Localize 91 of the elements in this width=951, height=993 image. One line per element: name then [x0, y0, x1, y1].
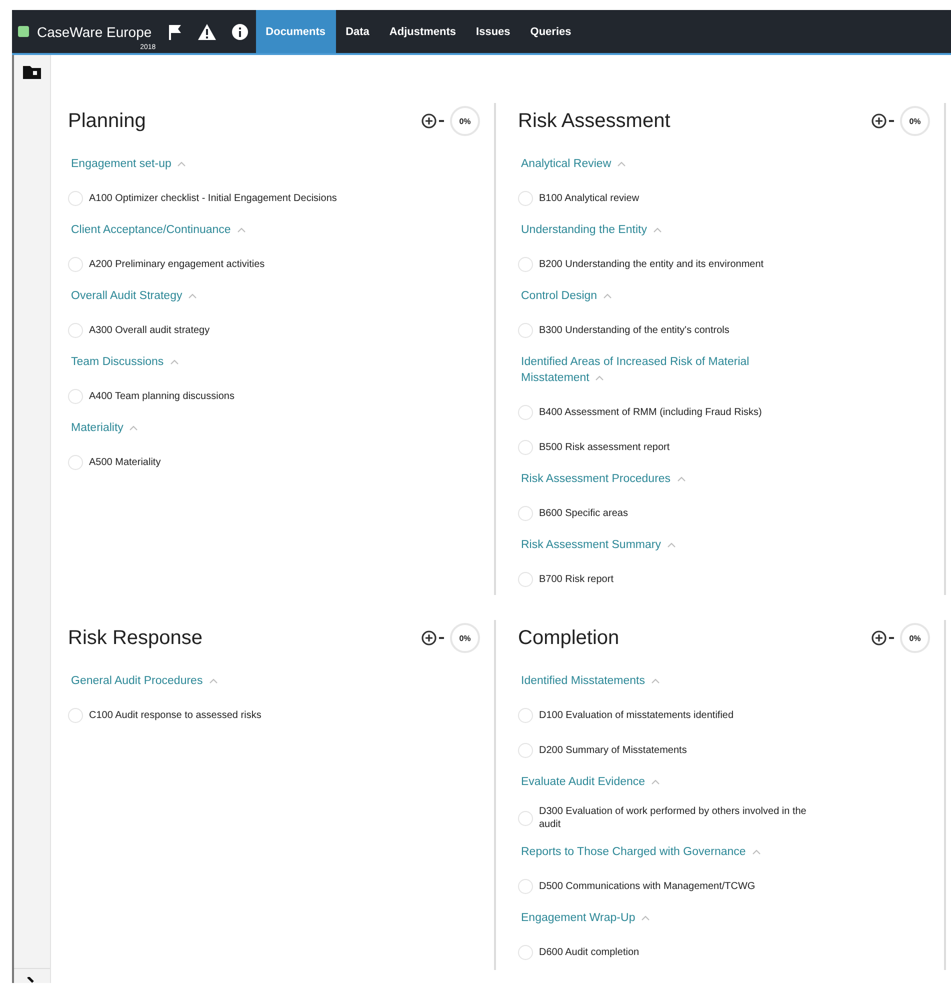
logo-icon: [18, 26, 29, 37]
status-radio[interactable]: [68, 388, 83, 404]
document-link[interactable]: B300 Understanding of the entity's controls: [539, 324, 730, 336]
section-heading[interactable]: Understanding the Entity: [518, 222, 662, 253]
plus-circle-icon: [871, 630, 894, 646]
status-radio[interactable]: [518, 404, 533, 420]
progress-button[interactable]: 0%: [450, 623, 480, 653]
caret-up-icon: [752, 848, 761, 855]
status-radio[interactable]: [518, 810, 533, 826]
panel-title: Completion: [518, 626, 620, 650]
add-menu-button[interactable]: [421, 630, 444, 646]
section-heading[interactable]: Reports to Those Charged with Governance: [518, 844, 761, 875]
plus-circle-icon: [421, 630, 444, 646]
document-link[interactable]: B600 Specific areas: [539, 506, 628, 520]
nav-tab[interactable]: Issues: [466, 10, 520, 53]
panel-title: Risk Assessment: [518, 110, 670, 132]
progress-button[interactable]: 0%: [450, 106, 480, 136]
document-link[interactable]: A400 Team planning discussions: [89, 390, 234, 402]
section-heading[interactable]: Client Acceptance/Continuance: [68, 222, 246, 253]
document-link[interactable]: A300 Overall audit strategy: [89, 324, 210, 336]
section-heading[interactable]: Risk Assessment Summary: [518, 537, 676, 568]
document-link[interactable]: A100 Optimizer checklist - Initial Engagement Decisions: [89, 192, 337, 204]
caret-up-icon: [676, 476, 686, 482]
status-radio[interactable]: [68, 708, 83, 722]
document-link[interactable]: B500 Risk assessment report: [539, 440, 670, 454]
caret-up-icon: [170, 358, 179, 365]
document-link[interactable]: B200 Understanding the entity and its environment: [539, 258, 764, 270]
add-menu-button[interactable]: [871, 630, 894, 646]
nav-tab[interactable]: Adjustments: [379, 10, 466, 53]
progress-button[interactable]: 0%: [900, 623, 930, 653]
caret-up-icon: [177, 160, 186, 167]
status-radio[interactable]: [518, 322, 533, 338]
status-radio[interactable]: [68, 454, 83, 470]
nav-tab[interactable]: Data: [336, 10, 380, 53]
nav-tab[interactable]: Documents: [256, 10, 336, 53]
caret-up-icon: [617, 160, 626, 167]
document-link[interactable]: C100 Audit response to assessed risks: [89, 708, 262, 722]
document-link[interactable]: B700 Risk report: [539, 572, 614, 586]
caret-up-icon: [666, 542, 676, 548]
document-link[interactable]: A200 Preliminary engagement activities: [89, 258, 265, 270]
add-menu-button[interactable]: [871, 113, 894, 129]
status-radio[interactable]: [518, 256, 533, 272]
status-radio[interactable]: [68, 256, 83, 272]
section-heading[interactable]: Identified Areas of Increased Risk of Material Misstatement: [518, 354, 818, 401]
caret-up-icon: [603, 292, 612, 299]
section-heading[interactable]: General Audit Procedures: [68, 673, 218, 704]
brand-name: CaseWare Europe: [37, 24, 152, 40]
document-link[interactable]: D100 Evaluation of misstatements identified: [539, 708, 734, 722]
section-heading[interactable]: Risk Assessment Procedures: [518, 471, 686, 502]
status-radio[interactable]: [68, 190, 83, 206]
section-heading[interactable]: Control Design: [518, 288, 612, 319]
status-radio[interactable]: [518, 742, 533, 758]
section-heading[interactable]: Engagement Wrap-Up: [518, 910, 650, 941]
status-radio[interactable]: [518, 708, 533, 722]
caret-up-icon: [208, 678, 218, 684]
section-heading[interactable]: Overall Audit Strategy: [68, 288, 198, 319]
caret-up-icon: [652, 226, 662, 233]
caret-up-icon: [595, 374, 604, 381]
progress-button[interactable]: 0%: [900, 106, 930, 136]
document-link[interactable]: B400 Assessment of RMM (including Fraud Risks): [539, 406, 762, 418]
add-menu-button[interactable]: [421, 113, 444, 129]
nav-tab[interactable]: Queries: [520, 10, 582, 53]
caret-up-icon: [641, 914, 650, 921]
document-link[interactable]: D300 Evaluation of work performed by others involved in the audit: [539, 805, 819, 831]
panel-title: Planning: [68, 110, 146, 132]
section-heading[interactable]: Analytical Review: [518, 156, 626, 187]
document-link[interactable]: D200 Summary of Misstatements: [539, 744, 687, 756]
section-heading[interactable]: Team Discussions: [68, 354, 179, 385]
section-heading[interactable]: Identified Misstatements: [518, 673, 660, 704]
document-link[interactable]: D500 Communications with Management/TCWG: [539, 880, 756, 892]
plus-circle-icon: [421, 113, 444, 129]
status-radio[interactable]: [518, 572, 533, 586]
plus-circle-icon: [871, 113, 894, 129]
status-radio[interactable]: [518, 506, 533, 520]
document-link[interactable]: B100 Analytical review: [539, 192, 640, 204]
panel-title: Risk Response: [68, 626, 203, 650]
status-radio[interactable]: [518, 440, 533, 454]
caret-up-icon: [651, 778, 660, 785]
document-link[interactable]: A500 Materiality: [89, 456, 161, 468]
caret-up-icon: [129, 424, 138, 431]
status-radio[interactable]: [518, 190, 533, 206]
status-radio[interactable]: [518, 944, 533, 960]
caret-up-icon: [651, 678, 660, 684]
status-radio[interactable]: [68, 322, 83, 338]
section-heading[interactable]: Engagement set-up: [68, 156, 186, 187]
caret-up-icon: [188, 292, 198, 299]
status-radio[interactable]: [518, 878, 533, 894]
caret-up-icon: [236, 226, 246, 233]
document-link[interactable]: D600 Audit completion: [539, 946, 640, 958]
section-heading[interactable]: Materiality: [68, 420, 138, 451]
section-heading[interactable]: Evaluate Audit Evidence: [518, 774, 660, 805]
